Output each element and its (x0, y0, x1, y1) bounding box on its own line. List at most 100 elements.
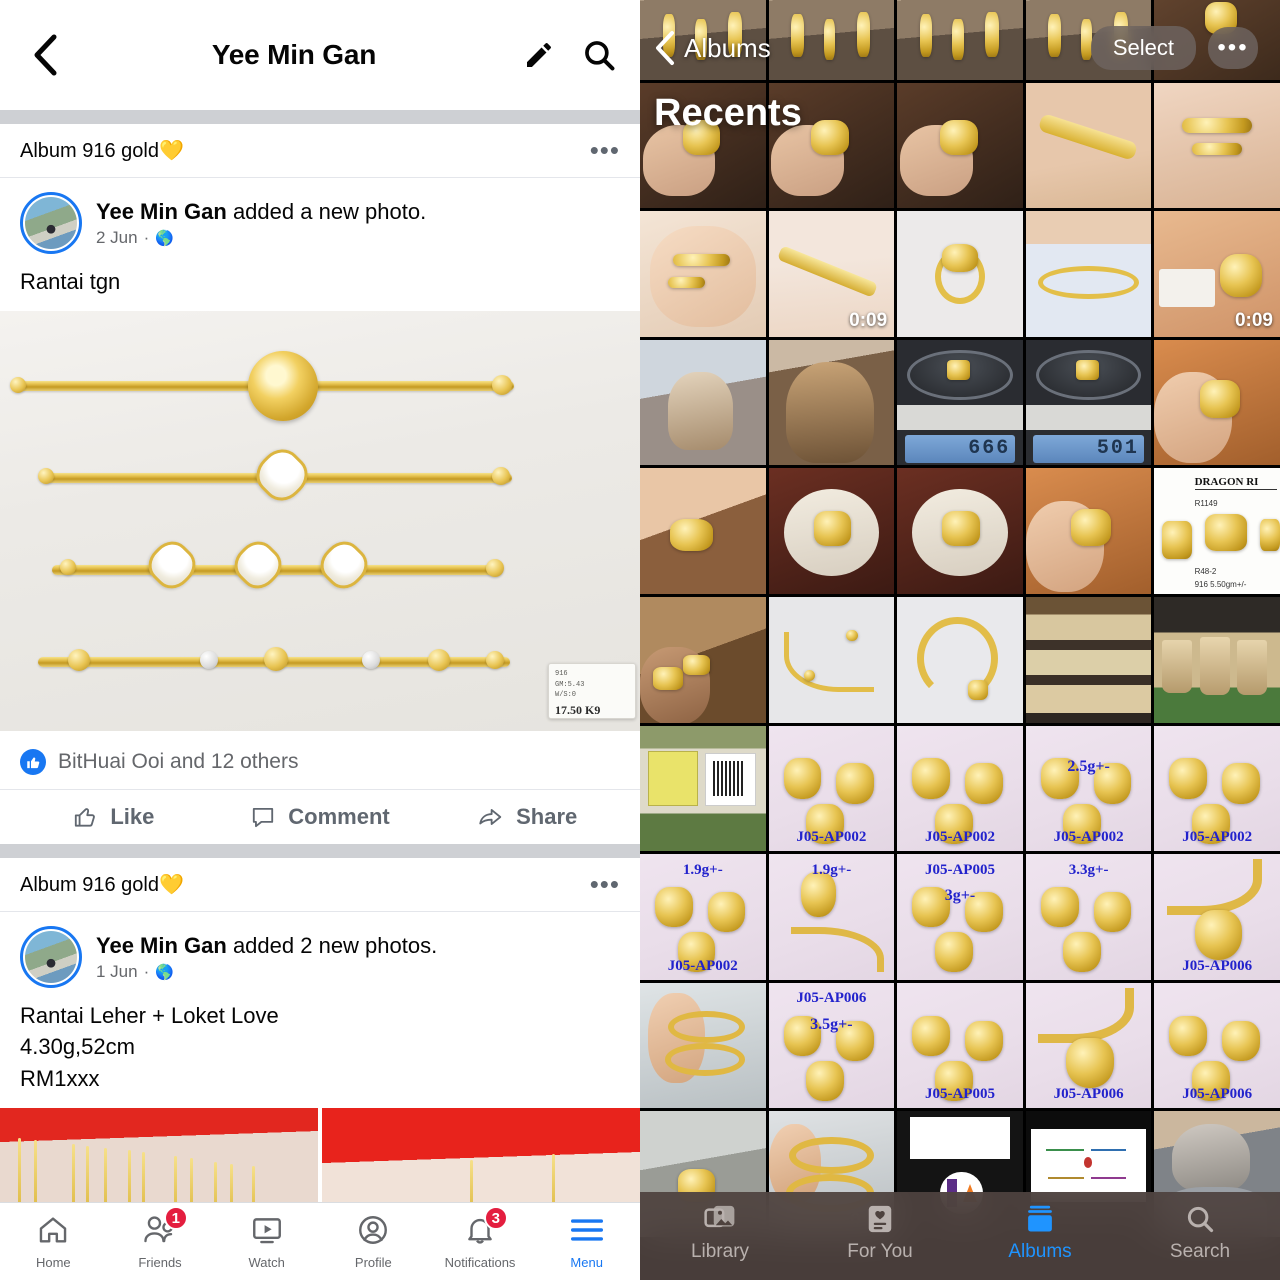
albums-back-label: Albums (684, 32, 771, 63)
photo-caption-bottom: J05-AP002 (1182, 829, 1253, 846)
photo-grid-cell[interactable] (1154, 339, 1280, 466)
photo-grid-cell[interactable] (1025, 211, 1152, 337)
post-photo-bracelets[interactable]: 916 GM:5.43 W/S:0 17.50 K9 BRACELET 916 … (0, 311, 640, 732)
nav-label-menu: Menu (570, 1255, 603, 1270)
section-divider-2 (0, 844, 640, 859)
avatar[interactable] (20, 192, 82, 254)
photo-grid-cell[interactable] (1025, 468, 1152, 595)
share-button[interactable]: Share (423, 804, 630, 830)
comment-label: Comment (288, 804, 390, 830)
photo-caption-bottom: J05-AP006 (1053, 1086, 1124, 1103)
post-meta-1: Yee Min Gan added a new photo. 2 Jun · 🌎 (96, 199, 426, 248)
globe-icon: 🌎 (155, 229, 174, 247)
photo-grid-cell[interactable]: 0:09 (768, 211, 895, 337)
album-bar-1: Album 916 gold💛 ••• (0, 124, 640, 178)
photo-thumbnail: J05-AP002 (1154, 725, 1280, 852)
nav-item-menu[interactable]: Menu (533, 1211, 640, 1270)
clasp-2 (492, 375, 512, 396)
more-options-icon[interactable]: ••• (1208, 27, 1258, 69)
reactions-row[interactable]: BitHuai Ooi and 12 others (0, 731, 640, 791)
photo-thumbnail (640, 597, 766, 723)
photos-album-title: Recents (654, 92, 802, 134)
photo-grid-cell[interactable] (640, 982, 766, 1109)
photo-grid-cell[interactable]: 666 (897, 339, 1023, 466)
photo-grid-cell[interactable]: J05-AP006 3.5g+- (768, 982, 895, 1109)
friends-badge: 1 (163, 1206, 188, 1230)
photo-thumbnail: 2.5g+- J05-AP002 (1025, 725, 1152, 852)
photo-caption-top: 1.9g+- (811, 861, 852, 878)
photo-thumbnail (897, 211, 1023, 337)
photo-grid-cell[interactable]: J05-AP006 (1025, 982, 1152, 1109)
video-duration-badge: 0:09 (849, 309, 888, 331)
tab-albums[interactable]: Albums (960, 1204, 1120, 1263)
tab-search[interactable]: Search (1120, 1204, 1280, 1263)
facebook-bottom-nav: Home 1 Friends Watch Profile 3 Notificat… (0, 1202, 640, 1280)
photo-grid-cell[interactable]: J05-AP006 (1154, 982, 1280, 1109)
photo-grid-cell[interactable] (897, 211, 1023, 337)
photo-grid-cell[interactable]: DRAGON RI R1149 R48-2 916 5.50gm+/- (1154, 468, 1280, 595)
photo-caption-bottom: J05-AP006 (1182, 957, 1253, 974)
nav-item-friends[interactable]: 1 Friends (107, 1206, 214, 1270)
photo-grid-cell[interactable] (1025, 597, 1152, 723)
photo-grid-cell[interactable]: J05-AP002 (897, 725, 1023, 852)
price-tag-1: 916 GM:5.43 W/S:0 17.50 K9 (548, 663, 636, 720)
photo-thumbnail (897, 468, 1023, 595)
photo-caption-bottom: J05-AP006 (1182, 1086, 1253, 1103)
photo-grid-cell[interactable] (768, 597, 895, 723)
video-duration-badge: 0:09 (1234, 309, 1273, 331)
photo-grid-cell[interactable] (640, 725, 766, 852)
photo-grid-cell[interactable] (640, 339, 766, 466)
nav-item-profile[interactable]: Profile (320, 1211, 427, 1270)
photos-header-buttons: Select ••• (1090, 26, 1258, 70)
photo-grid-cell[interactable]: 0:09 (1154, 211, 1280, 337)
photo-thumbnail: J05-AP002 (768, 725, 895, 852)
photo-grid-cell[interactable]: 1.9g+- (768, 854, 895, 980)
post-menu-icon-2[interactable]: ••• (590, 871, 620, 896)
like-button[interactable]: Like (10, 804, 217, 830)
pencil-icon[interactable] (520, 36, 558, 74)
nav-item-home[interactable]: Home (0, 1211, 107, 1270)
photo-grid-cell[interactable] (768, 339, 895, 466)
photo-grid-cell[interactable] (897, 597, 1023, 723)
photo-thumbnail (1154, 339, 1280, 466)
author-name[interactable]: Yee Min Gan (96, 199, 227, 224)
photo-grid-cell[interactable] (640, 597, 766, 723)
photo-grid-cell[interactable]: J05-AP005 3g+- (897, 854, 1023, 980)
nav-item-notifications[interactable]: 3 Notifications (427, 1206, 534, 1270)
photo-caption-bottom: J05-AP005 (924, 1086, 995, 1103)
nav-item-watch[interactable]: Watch (213, 1211, 320, 1270)
photo-grid-cell[interactable]: J05-AP002 (1154, 725, 1280, 852)
tab-label-library: Library (690, 1240, 750, 1262)
photo-grid-cell[interactable] (640, 468, 766, 595)
photo-grid-cell[interactable] (897, 468, 1023, 595)
photo-grid-cell[interactable] (640, 211, 766, 337)
clasp-6 (486, 559, 504, 578)
photo-grid-cell[interactable]: J05-AP002 (768, 725, 895, 852)
post-date: 2 Jun (96, 227, 138, 247)
photo-grid-cell[interactable]: J05-AP005 (897, 982, 1023, 1109)
post-body-2-line2: 4.30g,52cm (20, 1034, 135, 1060)
search-icon[interactable] (580, 36, 618, 74)
photo-grid-cell[interactable] (768, 468, 895, 595)
avatar-2[interactable] (20, 926, 82, 989)
comment-button[interactable]: Comment (217, 804, 424, 830)
photo-grid-cell[interactable] (1154, 597, 1280, 723)
photo-grid-cell[interactable]: 2.5g+- J05-AP002 (1025, 725, 1152, 852)
post-menu-icon[interactable]: ••• (590, 137, 620, 162)
author-name-2[interactable]: Yee Min Gan (96, 933, 227, 958)
photo-grid-cell[interactable]: J05-AP006 (1154, 854, 1280, 980)
back-button[interactable] (22, 32, 68, 78)
photo-thumbnail: J05-AP005 3g+- (897, 854, 1023, 980)
select-button[interactable]: Select (1090, 26, 1196, 70)
photo-grid-cell[interactable]: 1.9g+- J05-AP002 (640, 854, 766, 980)
photo-grid-cell[interactable]: 501 (1025, 339, 1152, 466)
clover-charm-2 (140, 534, 204, 597)
photo-grid-cell[interactable]: 3.3g+- (1025, 854, 1152, 980)
tab-library[interactable]: Library (640, 1204, 800, 1263)
albums-back-button[interactable]: Albums (654, 30, 771, 66)
photo-thumbnail: J05-AP006 (1025, 982, 1152, 1109)
tab-for-you[interactable]: For You (800, 1204, 960, 1263)
people-icon: 1 (140, 1206, 188, 1249)
photo-thumbnail (768, 468, 895, 595)
photo-caption-top: 1.9g+- (682, 861, 723, 878)
